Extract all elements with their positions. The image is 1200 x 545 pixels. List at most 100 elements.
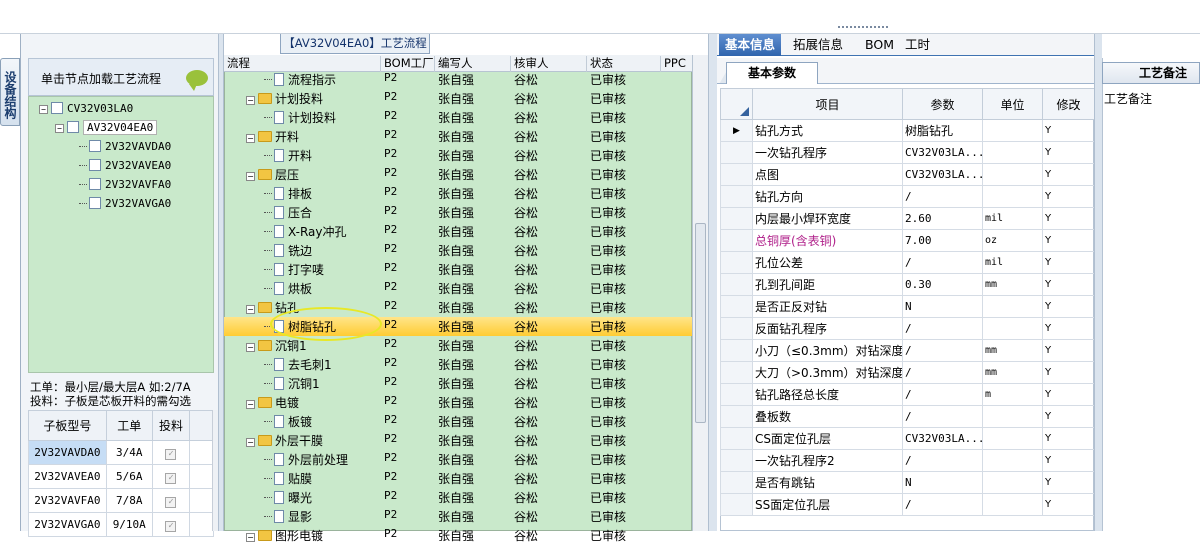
collapse-icon[interactable]: − bbox=[246, 400, 255, 409]
process-node[interactable]: 板镀 bbox=[264, 413, 312, 430]
param-value[interactable]: N bbox=[902, 471, 983, 494]
center-scrollbar[interactable] bbox=[692, 55, 708, 531]
process-node[interactable]: 烘板 bbox=[264, 280, 312, 297]
process-node[interactable]: 压合 bbox=[264, 204, 312, 221]
param-value[interactable]: / bbox=[902, 361, 983, 384]
splitter-grip-icon[interactable] bbox=[838, 26, 888, 32]
subtab-basic-params[interactable]: 基本参数 bbox=[726, 62, 818, 84]
process-row[interactable]: 开料 P2 张自强 谷松 已审核 bbox=[224, 146, 692, 165]
table-row[interactable]: 2V32VAVFA0 7/8A ✓ bbox=[28, 488, 214, 513]
process-node[interactable]: 排板 bbox=[264, 185, 312, 202]
col-param[interactable]: 参数 bbox=[902, 88, 983, 120]
tree-node[interactable]: 2V32VAVEA0 bbox=[79, 158, 171, 174]
tab-basic-info[interactable]: 基本信息 bbox=[719, 34, 782, 56]
collapse-icon[interactable]: − bbox=[246, 438, 255, 447]
process-row[interactable]: 沉铜1 P2 张自强 谷松 已审核 bbox=[224, 374, 692, 393]
col-feed[interactable]: 投料 bbox=[151, 410, 191, 441]
tab-extended-info[interactable]: 拓展信息 bbox=[787, 34, 849, 56]
process-node[interactable]: − 层压 bbox=[246, 166, 299, 183]
process-row[interactable]: − 外层干膜 P2 张自强 谷松 已审核 bbox=[224, 431, 692, 450]
param-row[interactable]: 反面钻孔程序 / Y bbox=[720, 317, 1095, 340]
feed-checkbox[interactable]: ✓ bbox=[165, 448, 177, 460]
process-row[interactable]: 排板 P2 张自强 谷松 已审核 bbox=[224, 184, 692, 203]
collapse-icon[interactable]: − bbox=[246, 96, 255, 105]
process-row[interactable]: 外层前处理 P2 张自强 谷松 已审核 bbox=[224, 450, 692, 469]
param-row[interactable]: CS面定位孔层 CV32V03LA... Y bbox=[720, 427, 1095, 450]
param-row[interactable]: 点图 CV32V03LA... Y bbox=[720, 163, 1095, 186]
process-row[interactable]: − 开料 P2 张自强 谷松 已审核 bbox=[224, 127, 692, 146]
param-value[interactable]: CV32V03LA... bbox=[902, 427, 983, 450]
process-node[interactable]: − 计划投料 bbox=[246, 90, 323, 107]
param-value[interactable]: CV32V03LA... bbox=[902, 163, 983, 186]
param-row[interactable]: 钻孔方向 / Y bbox=[720, 185, 1095, 208]
process-row[interactable]: 曝光 P2 张自强 谷松 已审核 bbox=[224, 488, 692, 507]
process-node[interactable]: 沉铜1 bbox=[264, 375, 320, 392]
param-row[interactable]: 钻孔路径总长度 / m Y bbox=[720, 383, 1095, 406]
process-node[interactable]: 铣边 bbox=[264, 242, 312, 259]
process-row[interactable]: 流程指示 P2 张自强 谷松 已审核 bbox=[224, 70, 692, 89]
process-row[interactable]: 打字唛 P2 张自强 谷松 已审核 bbox=[224, 260, 692, 279]
param-value[interactable]: / bbox=[902, 449, 983, 472]
center-scroll-thumb[interactable] bbox=[695, 223, 706, 423]
tree-node[interactable]: 2V32VAVDA0 bbox=[79, 139, 171, 155]
process-node[interactable]: 去毛刺1 bbox=[264, 356, 332, 373]
process-node[interactable]: 外层前处理 bbox=[264, 451, 348, 468]
param-row[interactable]: 孔到孔间距 0.30 mm Y bbox=[720, 273, 1095, 296]
param-value[interactable]: / bbox=[902, 383, 983, 406]
process-row[interactable]: 计划投料 P2 张自强 谷松 已审核 bbox=[224, 108, 692, 127]
process-node[interactable]: − 外层干膜 bbox=[246, 432, 323, 449]
feed-checkbox[interactable]: ✓ bbox=[165, 496, 177, 508]
param-row[interactable]: 总铜厚(含表铜) 7.00 oz Y bbox=[720, 229, 1095, 252]
param-value[interactable]: 树脂钻孔 bbox=[902, 119, 983, 142]
process-node[interactable]: − 沉铜1 bbox=[246, 337, 307, 354]
process-row[interactable]: 贴膜 P2 张自强 谷松 已审核 bbox=[224, 469, 692, 488]
tree-node[interactable]: 2V32VAVFA0 bbox=[79, 177, 171, 193]
col-order[interactable]: 工单 bbox=[105, 410, 153, 441]
right-splitter[interactable] bbox=[1094, 34, 1102, 531]
param-value[interactable]: / bbox=[902, 185, 983, 208]
process-row[interactable]: 去毛刺1 P2 张自强 谷松 已审核 bbox=[224, 355, 692, 374]
process-node[interactable]: 打字唛 bbox=[264, 261, 324, 278]
collapse-icon[interactable]: − bbox=[246, 172, 255, 181]
process-node[interactable]: − 电镀 bbox=[246, 394, 299, 411]
tab-work-hours[interactable]: 工时 bbox=[899, 34, 936, 56]
col-unit[interactable]: 单位 bbox=[982, 88, 1043, 120]
left-vertical-tab[interactable]: 设备结构 bbox=[0, 58, 20, 126]
process-row[interactable]: − 电镀 P2 张自强 谷松 已审核 bbox=[224, 393, 692, 412]
collapse-icon[interactable]: − bbox=[246, 343, 255, 352]
process-row[interactable]: X-Ray冲孔 P2 张自强 谷松 已审核 bbox=[224, 222, 692, 241]
param-value[interactable]: / bbox=[902, 251, 983, 274]
table-row[interactable]: 2V32VAVDA0 3/4A ✓ bbox=[28, 440, 214, 465]
process-row[interactable]: 铣边 P2 张自强 谷松 已审核 bbox=[224, 241, 692, 260]
param-value[interactable]: / bbox=[902, 317, 983, 340]
param-value[interactable]: CV32V03LA... bbox=[902, 141, 983, 164]
process-row[interactable]: 压合 P2 张自强 谷松 已审核 bbox=[224, 203, 692, 222]
table-row[interactable]: 2V32VAVGA0 9/10A ✓ bbox=[28, 512, 214, 537]
collapse-icon[interactable]: − bbox=[246, 305, 255, 314]
feed-checkbox[interactable]: ✓ bbox=[165, 472, 177, 484]
param-value[interactable]: N bbox=[902, 295, 983, 318]
process-node[interactable]: 曝光 bbox=[264, 489, 312, 506]
center-right-splitter[interactable] bbox=[708, 34, 717, 531]
process-node[interactable]: 开料 bbox=[264, 147, 312, 164]
param-row[interactable]: 大刀（>0.3mm）对钻深度 / mm Y bbox=[720, 361, 1095, 384]
param-row[interactable]: ▶ 钻孔方式 树脂钻孔 Y bbox=[720, 119, 1095, 142]
param-row[interactable]: 小刀（≤0.3mm）对钻深度 / mm Y bbox=[720, 339, 1095, 362]
tab-bom[interactable]: BOM bbox=[859, 34, 900, 56]
param-row[interactable]: 孔位公差 / mil Y bbox=[720, 251, 1095, 274]
collapse-icon[interactable]: − bbox=[246, 134, 255, 143]
collapse-icon[interactable]: − bbox=[55, 124, 64, 133]
process-node[interactable]: X-Ray冲孔 bbox=[264, 223, 346, 240]
col-item[interactable]: 项目 bbox=[752, 88, 903, 120]
process-node[interactable]: − 开料 bbox=[246, 128, 299, 145]
process-node[interactable]: 计划投料 bbox=[264, 109, 336, 126]
param-row[interactable]: 是否正反对钻 N Y bbox=[720, 295, 1095, 318]
param-row[interactable]: 一次钻孔程序2/ Y bbox=[720, 449, 1095, 472]
process-node[interactable]: − 图形电镀 bbox=[246, 527, 323, 544]
param-row[interactable]: 一次钻孔程序 CV32V03LA... Y bbox=[720, 141, 1095, 164]
param-row[interactable]: SS面定位孔层 / Y bbox=[720, 493, 1095, 516]
table-row[interactable]: 2V32VAVEA0 5/6A ✓ bbox=[28, 464, 214, 489]
param-value[interactable]: 2.60 bbox=[902, 207, 983, 230]
process-node[interactable]: 显影 bbox=[264, 508, 312, 525]
param-value[interactable]: / bbox=[902, 405, 983, 428]
